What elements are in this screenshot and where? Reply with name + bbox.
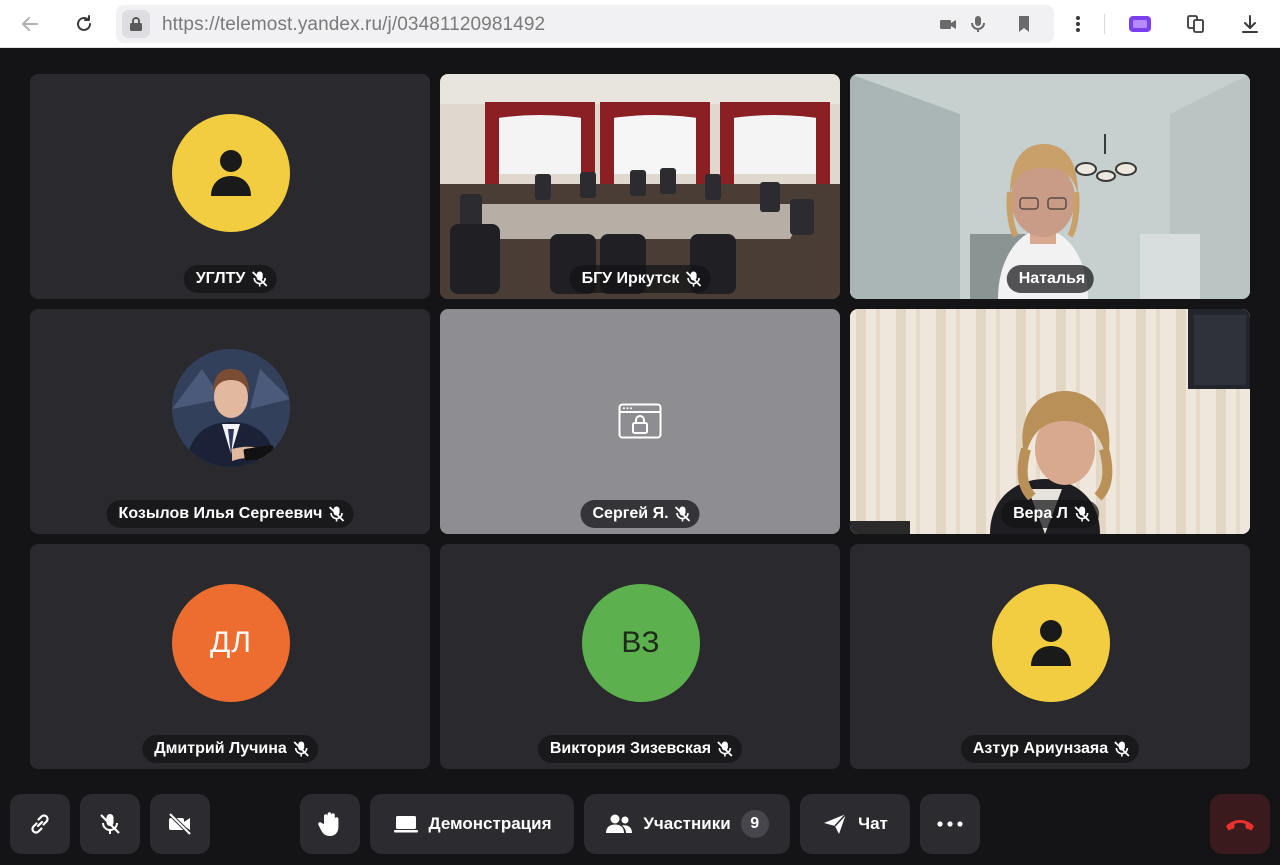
reload-button[interactable] (68, 8, 100, 40)
mic-off-icon (674, 506, 691, 522)
participant-tile[interactable]: Вера Л (850, 309, 1250, 534)
mic-off-icon (1114, 741, 1130, 757)
phone-hangup-icon (1226, 820, 1254, 831)
participant-name-badge: Азтур Ариунзаяа (960, 735, 1140, 763)
collections-button[interactable] (1180, 8, 1212, 40)
avatar-initials: ВЗ (621, 626, 661, 659)
hand-icon (318, 812, 339, 836)
downloads-button[interactable] (1234, 8, 1266, 40)
download-icon (1242, 15, 1258, 33)
participant-name-badge: Наталья (1006, 265, 1094, 293)
user-icon (211, 150, 251, 196)
mic-off-icon (717, 741, 733, 757)
url-text: https://telemost.yandex.ru/j/03481120981… (162, 14, 545, 36)
browser-toolbar: https://telemost.yandex.ru/j/03481120981… (0, 0, 1280, 48)
participant-name: Азтур Ариунзаяа (972, 740, 1109, 757)
avatar: ДЛ (172, 584, 290, 702)
participant-name-badge: Дмитрий Лучина (142, 735, 318, 763)
avatar (992, 584, 1110, 702)
raise-hand-button[interactable] (300, 794, 360, 854)
microphone-toggle-button[interactable] (80, 794, 140, 854)
participant-name-badge: БГУ Иркутск (569, 265, 711, 293)
arrow-left-icon (22, 17, 38, 31)
participant-name: БГУ Иркутск (581, 270, 680, 287)
more-horizontal-icon (937, 821, 963, 827)
site-info-button[interactable] (122, 10, 150, 38)
participant-name-badge: Вера Л (1001, 500, 1099, 528)
screen-icon (393, 816, 418, 833)
mic-off-icon (328, 506, 345, 522)
mic-off-icon (685, 271, 702, 287)
participants-button[interactable]: Участники 9 (584, 794, 790, 854)
mic-off-icon (251, 271, 267, 287)
chat-label: Чат (858, 814, 888, 833)
participant-name-badge: Козылов Илья Сергеевич (106, 500, 354, 528)
participant-name-badge: УГЛТУ (183, 265, 277, 293)
divider (1104, 14, 1105, 34)
participant-tile[interactable]: ДЛ Дмитрий Лучина (30, 544, 430, 769)
chat-button[interactable]: Чат (800, 794, 910, 854)
participant-tile[interactable]: ВЗ Виктория Зизевская (440, 544, 840, 769)
locked-screen-icon (618, 403, 662, 439)
mic-off-icon (1074, 506, 1090, 522)
back-button[interactable] (14, 8, 46, 40)
camera-permission-icon[interactable] (938, 14, 958, 39)
participants-icon (606, 814, 633, 833)
camera-toggle-button[interactable] (150, 794, 210, 854)
avatar-photo (172, 349, 290, 467)
address-bar[interactable]: https://telemost.yandex.ru/j/03481120981… (116, 5, 1054, 43)
participant-name-badge: Виктория Зизевская (537, 735, 743, 763)
participant-tile[interactable]: Козылов Илья Сергеевич (30, 309, 430, 534)
bookmark-icon[interactable] (1014, 14, 1034, 39)
participant-tile[interactable]: Азтур Ариунзаяа (850, 544, 1250, 769)
participant-tile[interactable]: УГЛТУ (30, 74, 430, 299)
participant-tile[interactable]: БГУ Иркутск (440, 74, 840, 299)
collections-icon (1187, 15, 1204, 33)
participants-count-badge: 9 (740, 810, 769, 838)
avatar: ВЗ (582, 584, 700, 702)
more-vertical-icon (1076, 16, 1080, 32)
participants-label: Участники (643, 814, 731, 833)
copy-link-button[interactable] (10, 794, 70, 854)
participant-name: Наталья (1018, 270, 1086, 287)
user-icon (1031, 620, 1071, 666)
alice-button[interactable] (1124, 8, 1156, 40)
participant-name: Виктория Зизевская (549, 740, 712, 757)
link-icon (31, 814, 49, 834)
participant-name: Козылов Илья Сергеевич (118, 505, 323, 522)
reload-icon (77, 15, 91, 31)
participant-name: Дмитрий Лучина (154, 740, 287, 757)
mic-off-icon (293, 741, 309, 757)
url-path: /j/03481120981492 (382, 14, 546, 35)
avatar-initials: ДЛ (209, 626, 252, 659)
send-icon (824, 813, 847, 834)
participant-name: Вера Л (1013, 505, 1068, 522)
participant-tile[interactable]: Сергей Я. (440, 309, 840, 534)
lock-icon (130, 17, 142, 31)
avatar (172, 114, 290, 232)
mic-permission-icon[interactable] (968, 14, 988, 39)
end-call-button[interactable] (1210, 794, 1270, 854)
participant-name: УГЛТУ (195, 270, 246, 287)
screen-share-label: Демонстрация (428, 814, 552, 833)
alice-icon (1129, 16, 1151, 32)
browser-menu-button[interactable] (1062, 8, 1094, 40)
url-domain: https://telemost.yandex.ru (162, 14, 383, 35)
screen-share-button[interactable]: Демонстрация (370, 794, 574, 854)
participant-name-badge: Сергей Я. (580, 500, 700, 528)
mic-off-icon (100, 814, 120, 834)
participant-name: Сергей Я. (592, 505, 669, 522)
participant-tile[interactable]: Наталья (850, 74, 1250, 299)
more-options-button[interactable] (920, 794, 980, 854)
camera-off-icon (168, 812, 192, 836)
